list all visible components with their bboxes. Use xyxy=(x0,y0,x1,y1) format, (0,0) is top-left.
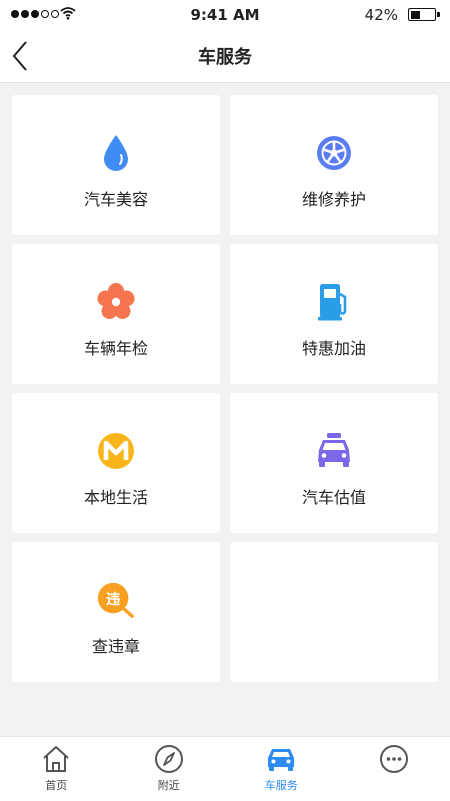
car-icon xyxy=(314,432,354,470)
page-title: 车服务 xyxy=(0,43,450,69)
tab-more[interactable] xyxy=(338,737,450,801)
service-label: 汽车估值 xyxy=(302,484,366,508)
fuel-pump-icon xyxy=(317,282,351,322)
service-tile-annual-inspection[interactable]: 车辆年检 xyxy=(12,244,220,384)
service-label: 本地生活 xyxy=(84,484,148,508)
tab-home[interactable]: 首页 xyxy=(0,737,113,801)
service-tile-maintenance[interactable]: 维修养护 xyxy=(230,95,438,235)
nav-bar: 车服务 xyxy=(0,30,450,83)
service-tile-fuel-discount[interactable]: 特惠加油 xyxy=(230,244,438,384)
empty-tile xyxy=(230,542,438,682)
water-drop-icon xyxy=(101,133,131,173)
battery-percentage: 42% xyxy=(365,6,398,24)
battery-icon xyxy=(408,8,436,21)
more-icon xyxy=(379,744,409,774)
battery-tip xyxy=(437,12,440,17)
tab-bar: 首页 附近 车服务 xyxy=(0,736,450,801)
status-bar: 9:41 AM 42% xyxy=(0,0,450,30)
service-label: 汽车美容 xyxy=(84,186,148,210)
m-badge-icon xyxy=(96,431,136,471)
flower-icon xyxy=(96,282,136,322)
service-grid: 汽车美容 维修养护 xyxy=(12,95,438,682)
violation-search-icon: 违 xyxy=(96,580,136,620)
service-label: 车辆年检 xyxy=(84,335,148,359)
home-icon xyxy=(41,745,71,773)
service-label: 特惠加油 xyxy=(302,335,366,359)
tab-label: 车服务 xyxy=(265,777,298,793)
tab-nearby[interactable]: 附近 xyxy=(113,737,226,801)
car-icon xyxy=(266,746,296,772)
compass-icon xyxy=(154,744,184,774)
service-tile-traffic-violation[interactable]: 违 查违章 xyxy=(12,542,220,682)
service-label: 维修养护 xyxy=(302,186,366,210)
service-tile-car-beauty[interactable]: 汽车美容 xyxy=(12,95,220,235)
wheel-icon xyxy=(315,134,353,172)
service-tile-local-life[interactable]: 本地生活 xyxy=(12,393,220,533)
service-label: 查违章 xyxy=(92,633,140,657)
tab-label: 首页 xyxy=(45,777,67,793)
service-tile-car-valuation[interactable]: 汽车估值 xyxy=(230,393,438,533)
violation-badge-text: 违 xyxy=(106,591,121,608)
tab-car-service[interactable]: 车服务 xyxy=(225,737,338,801)
tab-label: 附近 xyxy=(158,777,180,793)
